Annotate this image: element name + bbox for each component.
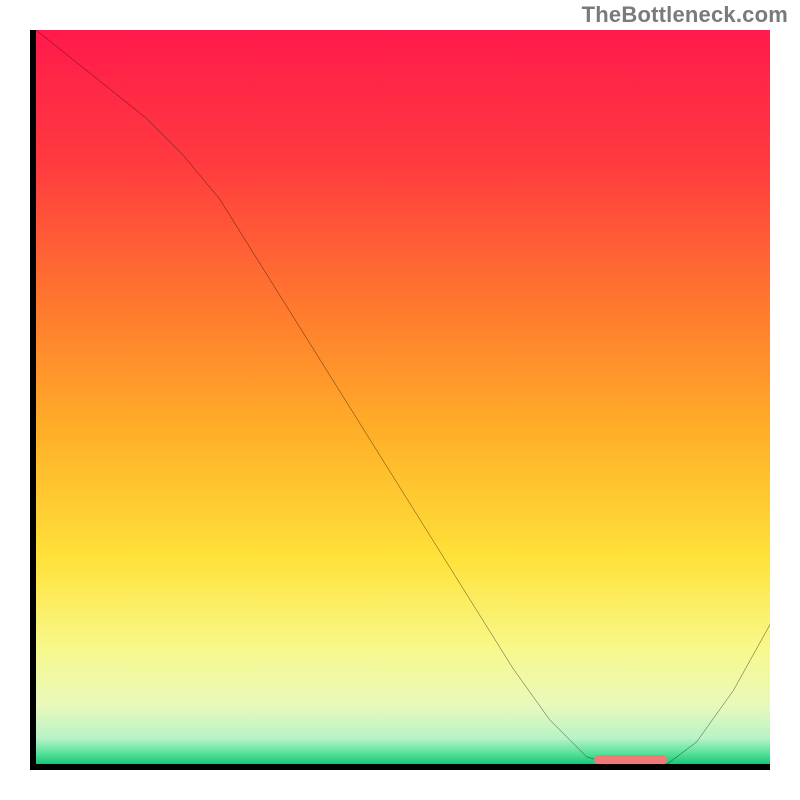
curve-path xyxy=(36,30,770,764)
optimal-range-marker xyxy=(594,755,667,764)
watermark-text: TheBottleneck.com xyxy=(582,2,788,28)
plot-area xyxy=(36,30,770,764)
bottleneck-curve xyxy=(36,30,770,764)
bottleneck-chart: TheBottleneck.com xyxy=(0,0,800,800)
